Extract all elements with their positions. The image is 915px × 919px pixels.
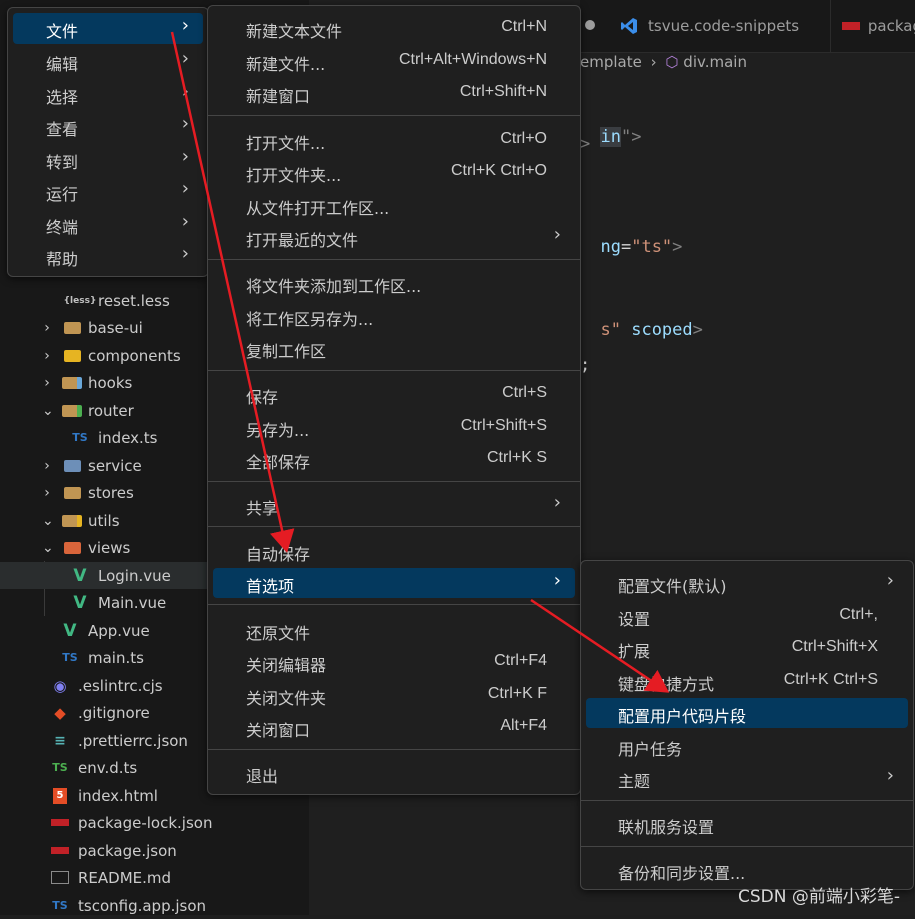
annotation-arrows [170,31,670,693]
watermark: CSDN @前端小彩笔- [737,887,900,907]
annotation-arrow [170,31,295,553]
annotation-arrow [530,598,670,693]
